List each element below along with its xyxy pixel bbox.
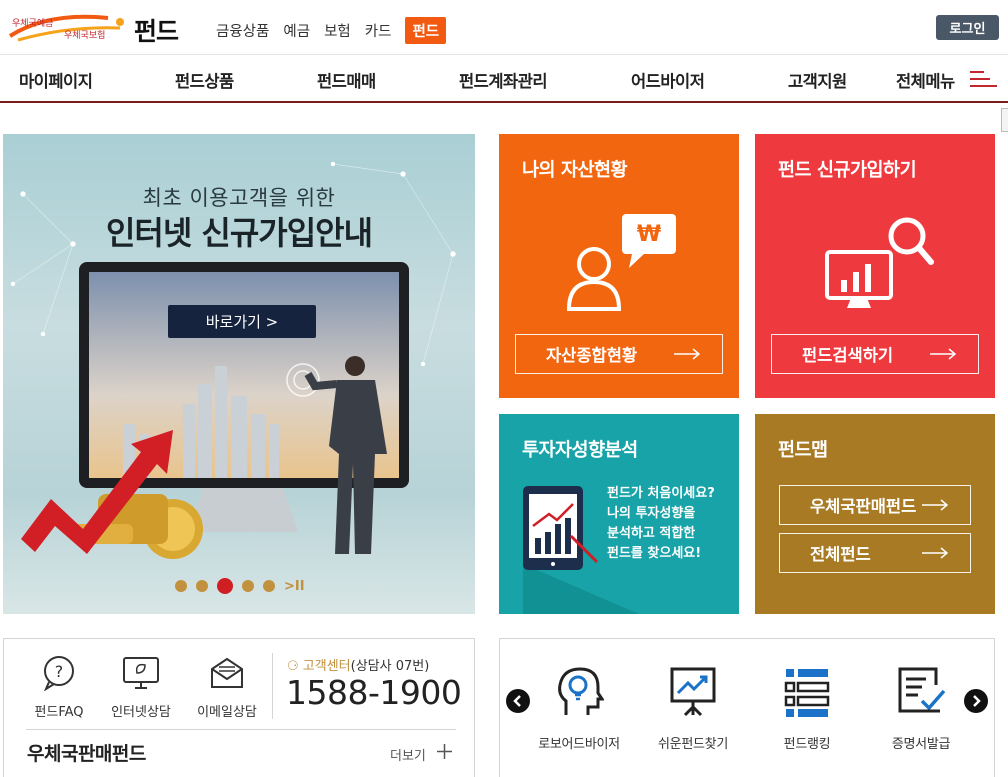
service-easy-fund-search-label: 쉬운펀드찾기: [658, 737, 728, 752]
topnav-insurance[interactable]: 보험: [324, 20, 351, 41]
quick-faq[interactable]: ? 펀드FAQ: [14, 655, 104, 720]
certificate-icon: [898, 667, 946, 713]
desc-line-2: 나의 투자성향을: [607, 506, 696, 521]
robo-advisor-icon: [558, 667, 605, 715]
topnav-card[interactable]: 카드: [365, 20, 392, 41]
slide-dot-1[interactable]: [175, 580, 187, 592]
top-header: 우체국예금 우체국보험 펀드 금융상품 예금 보험 카드 펀드 로그인: [0, 0, 1008, 55]
service-fund-ranking-label: 펀드랭킹: [783, 737, 831, 752]
desc-line-3: 분석하고 적합한: [607, 526, 696, 541]
asset-summary-label: 자산종합현황: [546, 346, 638, 365]
services-panel: 로보어드바이저 쉬운펀드찾기 펀드랭킹 증명서발급: [499, 638, 995, 777]
slide-dot-4[interactable]: [242, 580, 254, 592]
arrow-right-icon: [922, 547, 948, 559]
post-office-logo[interactable]: 우체국예금 우체국보험: [8, 6, 126, 46]
fund-section-title: 우체국판매펀드: [27, 743, 146, 765]
fund-search-button[interactable]: 펀드검색하기: [771, 334, 979, 374]
quick-online-chat-label: 인터넷상담: [111, 705, 171, 720]
tile-my-assets[interactable]: 나의 자산현황 ₩ 자산종합현황: [499, 134, 739, 398]
nav-mypage[interactable]: 마이페이지: [19, 68, 93, 92]
nav-fund-account[interactable]: 펀드계좌관리: [459, 68, 548, 92]
desc-line-1: 펀드가 처음이세요?: [607, 486, 715, 501]
logo-line2: 우체국보험: [64, 30, 105, 41]
tile-fund-map: 펀드맵 우체국판매펀드 전체펀드: [755, 414, 995, 614]
topnav-finance[interactable]: 금융상품: [216, 20, 269, 41]
banner-go-button[interactable]: 바로가기 >: [168, 305, 316, 338]
desc-line-4: 펀드를 찾으세요!: [607, 546, 702, 561]
post-office-funds-label: 우체국판매펀드: [810, 497, 917, 516]
nav-support[interactable]: 고객지원: [788, 68, 847, 92]
service-certificate-label: 증명서발급: [891, 737, 951, 752]
service-certificate[interactable]: 증명서발급: [866, 665, 976, 752]
slide-dot-5[interactable]: [263, 580, 275, 592]
slide-dot-2[interactable]: [196, 580, 208, 592]
post-office-funds-button[interactable]: 우체국판매펀드: [779, 485, 971, 525]
mail-icon: [211, 657, 243, 688]
monitor-chat-icon: [123, 657, 159, 689]
call-center-phone[interactable]: 1588-1900: [286, 673, 462, 712]
banner-title: 인터넷 신규가입안내: [105, 214, 373, 252]
presentation-chart-icon: [670, 667, 716, 717]
ranking-list-icon: [784, 669, 830, 717]
divider: [272, 653, 273, 719]
tile-fund-map-title: 펀드맵: [778, 440, 828, 461]
slide-indicators: >II: [175, 578, 305, 594]
more-link[interactable]: 더보기: [390, 745, 426, 764]
headset-icon: ⚆: [287, 659, 299, 674]
hamburger-icon[interactable]: [970, 71, 997, 87]
fund-search-label: 펀드검색하기: [802, 346, 894, 365]
play-pause-icon[interactable]: >II: [284, 579, 305, 594]
tile-fund-join[interactable]: 펀드 신규가입하기 펀드검색하기: [755, 134, 995, 398]
quick-email[interactable]: 이메일상담: [182, 655, 272, 720]
quick-email-label: 이메일상담: [197, 705, 257, 720]
nav-fund-trade[interactable]: 펀드매매: [317, 68, 376, 92]
nav-all-menu[interactable]: 전체메뉴: [896, 68, 955, 92]
investor-profile-desc: 펀드가 처음이세요? 나의 투자성향을 분석하고 적합한 펀드를 찾으세요!: [607, 484, 715, 564]
topnav-fund[interactable]: 펀드: [405, 17, 447, 44]
quick-faq-label: 펀드FAQ: [34, 705, 84, 720]
nav-advisor[interactable]: 어드바이저: [631, 68, 705, 92]
logo-line1: 우체국예금: [12, 18, 53, 29]
monitor-search-icon: [825, 217, 934, 308]
topnav-deposit[interactable]: 예금: [283, 20, 310, 41]
brand-title: 펀드: [134, 17, 179, 46]
next-arrow-icon[interactable]: [964, 689, 988, 713]
tile-investor-profile[interactable]: 투자자성향분석 펀드가 처음이세요? 나의 투자성향을 분석하고 적합한 펀드를…: [499, 414, 739, 614]
arrow-right-icon: [674, 348, 700, 360]
call-center-note: (상담사 07번): [350, 659, 430, 674]
divider: [26, 729, 456, 730]
arrow-right-icon: [930, 348, 956, 360]
quick-online-chat[interactable]: 인터넷상담: [96, 655, 186, 720]
plus-icon[interactable]: [436, 743, 453, 760]
call-center-title: 고객센터: [302, 659, 351, 674]
call-center-label: ⚆ 고객센터(상담사 07번): [287, 655, 429, 674]
all-funds-button[interactable]: 전체펀드: [779, 533, 971, 573]
asset-summary-button[interactable]: 자산종합현황: [515, 334, 723, 374]
promo-banner[interactable]: 최초 이용고객을 위한 인터넷 신규가입안내 바로가기 > >II: [3, 134, 475, 614]
support-panel: ? 펀드FAQ 인터넷상담 이메일상담 ⚆ 고객센터(상담사 07번) 1588…: [3, 638, 475, 777]
service-robo-advisor-label: 로보어드바이저: [538, 737, 620, 752]
person-won-icon: [566, 214, 676, 311]
login-button[interactable]: 로그인: [936, 15, 999, 40]
service-fund-ranking[interactable]: 펀드랭킹: [752, 665, 862, 752]
service-robo-advisor[interactable]: 로보어드바이저: [524, 665, 634, 752]
arrow-right-icon: [922, 499, 948, 511]
service-easy-fund-search[interactable]: 쉬운펀드찾기: [638, 665, 748, 752]
question-icon: ?: [43, 656, 74, 692]
top-category-nav: 금융상품 예금 보험 카드 펀드: [216, 17, 447, 44]
all-funds-label: 전체펀드: [810, 545, 871, 564]
slide-dot-3[interactable]: [217, 578, 233, 594]
scroll-handle[interactable]: [1001, 108, 1008, 132]
nav-fund-products[interactable]: 펀드상품: [175, 68, 234, 92]
won-icon: ₩: [636, 222, 662, 247]
svg-text:?: ?: [55, 662, 64, 681]
main-nav: 마이페이지 펀드상품 펀드매매 펀드계좌관리 어드바이저 고객지원 전체메뉴: [0, 56, 1008, 103]
